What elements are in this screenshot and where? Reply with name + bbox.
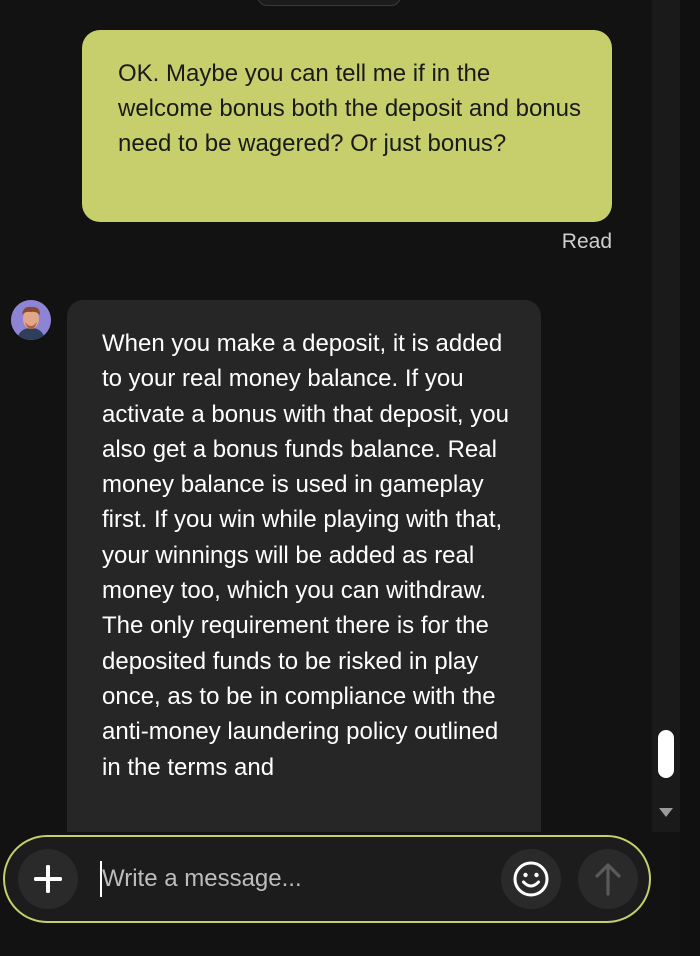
- plus-icon: [34, 865, 62, 893]
- arrow-up-icon: [593, 862, 623, 896]
- agent-message-bubble: When you make a deposit, it is added to …: [67, 300, 541, 832]
- smiley-icon: [512, 860, 550, 898]
- message-composer: [3, 835, 651, 923]
- chevron-down-icon[interactable]: [659, 808, 673, 817]
- top-pill: [257, 0, 401, 6]
- send-button[interactable]: [578, 849, 638, 909]
- window-edge: [680, 0, 700, 956]
- text-cursor: [100, 861, 102, 897]
- attach-button[interactable]: [18, 849, 78, 909]
- scrollbar-thumb[interactable]: [658, 730, 674, 778]
- read-receipt: Read: [561, 230, 612, 253]
- agent-avatar: [11, 300, 51, 340]
- emoji-button[interactable]: [501, 849, 561, 909]
- chat-message-list[interactable]: OK. Maybe you can tell me if in the welc…: [0, 0, 652, 832]
- user-message-text: OK. Maybe you can tell me if in the welc…: [118, 60, 581, 157]
- message-input[interactable]: [98, 859, 482, 899]
- user-message-bubble: OK. Maybe you can tell me if in the welc…: [82, 30, 612, 222]
- agent-message-text: When you make a deposit, it is added to …: [102, 330, 509, 781]
- chat-scrollbar[interactable]: [652, 0, 680, 832]
